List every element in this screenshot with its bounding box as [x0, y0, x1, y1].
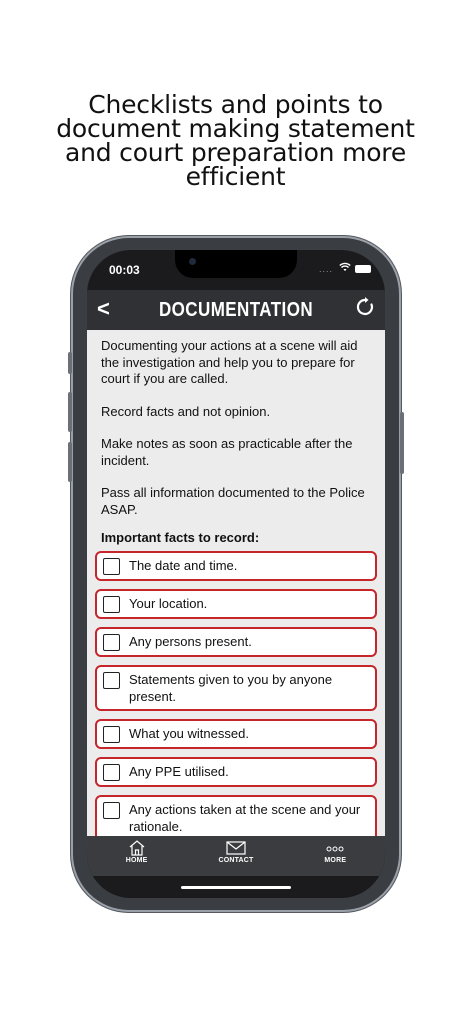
signal-icon: ....: [318, 264, 333, 274]
tab-home[interactable]: HOME: [87, 836, 186, 876]
checkbox[interactable]: [103, 764, 120, 781]
tab-more-label: MORE: [324, 857, 347, 864]
power-button: [400, 412, 404, 474]
checklist-item-label: Any persons present.: [129, 634, 252, 649]
notch: [175, 250, 297, 278]
mute-switch: [68, 352, 72, 374]
volume-down-button: [68, 442, 72, 482]
tab-contact-label: CONTACT: [218, 857, 254, 864]
checklist-item-label: The date and time.: [129, 558, 238, 573]
checklist-item-label: Your location.: [129, 596, 208, 611]
battery-icon: [355, 265, 371, 273]
checkbox[interactable]: [103, 726, 120, 743]
tab-more[interactable]: MORE: [286, 836, 385, 876]
tab-bar: HOME CONTACT MORE: [87, 836, 385, 876]
checklist-item[interactable]: Your location.: [95, 589, 377, 619]
more-dots-icon: [326, 846, 344, 852]
refresh-icon[interactable]: [355, 297, 375, 317]
facts-paragraph: Record facts and not opinion.: [101, 403, 271, 419]
tab-home-label: HOME: [125, 857, 148, 864]
checkbox[interactable]: [103, 634, 120, 651]
police-paragraph: Pass all information documented to the P…: [101, 485, 365, 517]
home-indicator-area: [87, 876, 385, 898]
notes-paragraph: Make notes as soon as practicable after …: [101, 436, 353, 468]
checklist-heading: Important facts to record:: [101, 530, 260, 545]
checkbox[interactable]: [103, 672, 120, 689]
checklist-item[interactable]: Any actions taken at the scene and your …: [95, 795, 377, 836]
checkbox[interactable]: [103, 558, 120, 575]
checklist-item[interactable]: Statements given to you by anyone presen…: [95, 665, 377, 711]
checklist-item-label: Any PPE utilised.: [129, 764, 229, 779]
app-screen: 00:03 .... < DOCUMENTATION Documenting y…: [87, 250, 385, 898]
documentation-content[interactable]: Documenting your actions at a scene will…: [87, 330, 385, 836]
intro-paragraph: Documenting your actions at a scene will…: [101, 338, 358, 386]
tab-contact[interactable]: CONTACT: [186, 836, 285, 876]
back-chevron-icon[interactable]: <: [97, 296, 110, 322]
volume-up-button: [68, 392, 72, 432]
checklist-item-label: Statements given to you by anyone presen…: [129, 672, 333, 704]
checkbox[interactable]: [103, 596, 120, 613]
status-time: 00:03: [109, 263, 140, 277]
checklist-item-label: Any actions taken at the scene and your …: [129, 802, 361, 834]
phone-frame: 00:03 .... < DOCUMENTATION Documenting y…: [68, 236, 404, 912]
wifi-icon: [339, 262, 351, 275]
envelope-icon: [226, 841, 246, 855]
home-indicator[interactable]: [181, 886, 291, 889]
home-icon: [129, 840, 145, 856]
navigation-bar: < DOCUMENTATION: [87, 290, 385, 330]
checklist-item[interactable]: Any persons present.: [95, 627, 377, 657]
headline: Checklists and points to document making…: [0, 92, 471, 191]
page-title: DOCUMENTATION: [158, 299, 314, 321]
camera-icon: [189, 258, 196, 265]
status-bar: 00:03 ....: [87, 250, 385, 290]
checkbox[interactable]: [103, 802, 120, 819]
checklist-item-label: What you witnessed.: [129, 726, 249, 741]
checklist-item[interactable]: Any PPE utilised.: [95, 757, 377, 787]
headline-line: efficient: [185, 162, 286, 191]
checklist-item[interactable]: What you witnessed.: [95, 719, 377, 749]
checklist-item[interactable]: The date and time.: [95, 551, 377, 581]
